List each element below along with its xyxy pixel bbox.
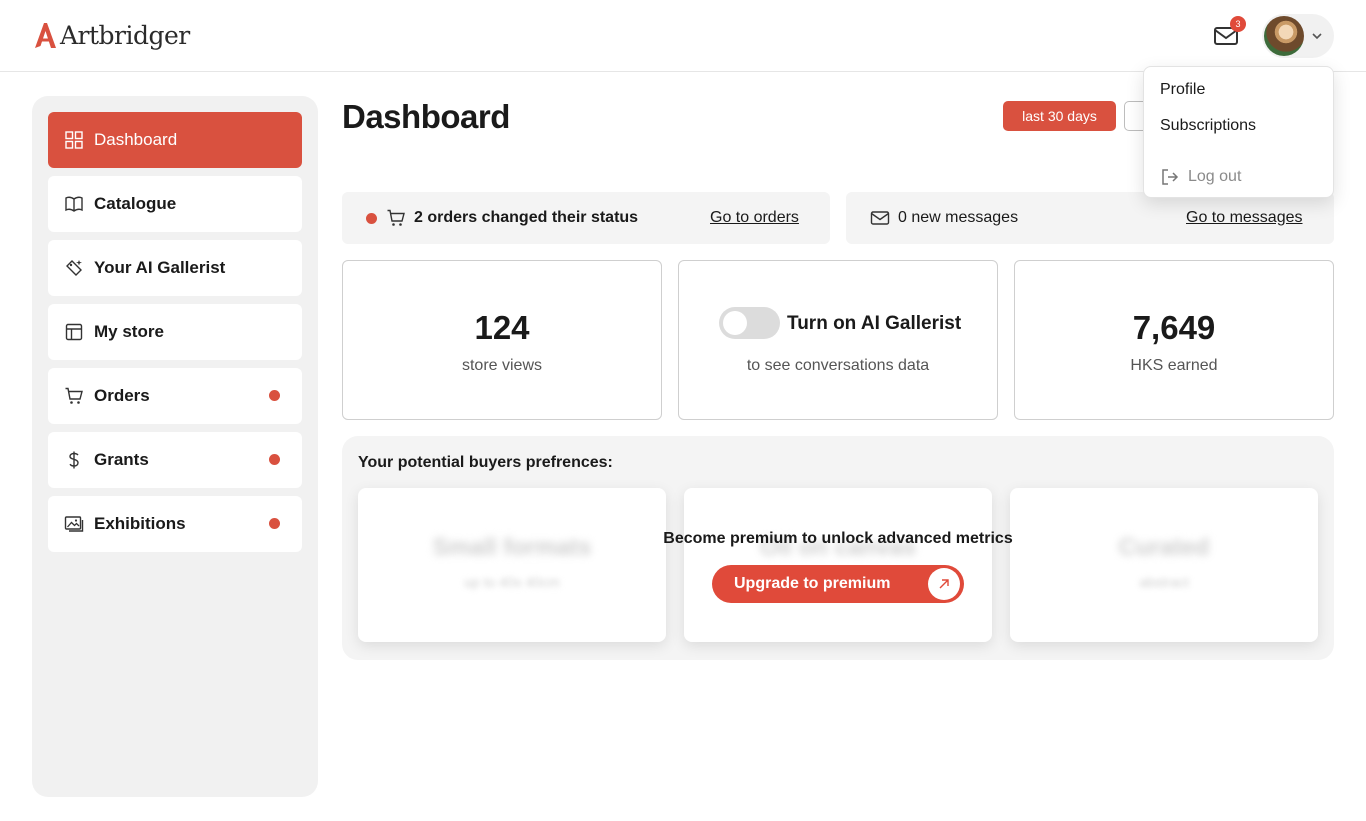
- range-filter-selected[interactable]: last 30 days: [1003, 101, 1116, 131]
- toggle-knob: [723, 311, 747, 335]
- buyer-preferences-title: Your potential buyers prefrences:: [358, 454, 613, 471]
- sidebar-item-catalogue[interactable]: Catalogue: [48, 176, 302, 232]
- top-header: Artbridger 3: [0, 0, 1366, 72]
- sidebar-item-dashboard[interactable]: Dashboard: [48, 112, 302, 168]
- store-views-card: 124 store views: [342, 260, 662, 420]
- upgrade-to-premium-button[interactable]: Upgrade to premium: [712, 565, 964, 603]
- ai-gallerist-toggle[interactable]: [719, 307, 780, 339]
- cart-icon: [65, 387, 83, 404]
- arrow-up-right-icon: [928, 568, 960, 600]
- user-menu-toggle[interactable]: [1262, 14, 1334, 58]
- sidebar-item-label: Dashboard: [94, 130, 178, 149]
- orders-notice-text: 2 orders changed their status: [414, 209, 639, 226]
- go-to-orders-link[interactable]: Go to orders: [710, 209, 799, 227]
- buyer-preferences-panel: Your potential buyers prefrences: Small …: [342, 436, 1334, 660]
- sidebar: Dashboard Catalogue Your AI Gallerist My…: [32, 96, 318, 797]
- logout-label: Log out: [1188, 168, 1242, 185]
- cart-icon: [387, 209, 405, 226]
- sparkle-tag-icon: [66, 260, 82, 276]
- notification-dot: [269, 390, 280, 401]
- store-views-label: store views: [461, 357, 543, 374]
- sidebar-item-exhibitions[interactable]: Exhibitions: [48, 496, 302, 552]
- notification-dot: [269, 454, 280, 465]
- page-title: Dashboard: [342, 98, 510, 135]
- preference-sub: up to 40x 40cm: [464, 574, 560, 590]
- menu-item-subscriptions[interactable]: Subscriptions: [1160, 117, 1256, 135]
- dollar-icon: [69, 451, 79, 469]
- grid-icon: [65, 131, 83, 149]
- menu-item-logout[interactable]: Log out: [1160, 167, 1241, 187]
- sidebar-item-label: My store: [94, 322, 164, 341]
- ai-gallerist-card: Turn on AI Gallerist to see conversation…: [678, 260, 998, 420]
- mail-count-badge: 3: [1230, 16, 1246, 32]
- sidebar-item-label: Exhibitions: [94, 514, 186, 533]
- user-dropdown-menu: Profile Subscriptions Log out: [1143, 66, 1334, 198]
- preference-card: Small formats up to 40x 40cm: [358, 488, 666, 642]
- premium-message: Become premium to unlock advanced metric…: [663, 530, 1013, 547]
- sidebar-item-grants[interactable]: Grants: [48, 432, 302, 488]
- logo-mark-icon: [35, 23, 56, 48]
- upgrade-button-label: Upgrade to premium: [734, 575, 891, 592]
- sidebar-item-label: Grants: [94, 450, 149, 469]
- store-views-value: 124: [474, 309, 530, 346]
- go-to-messages-link[interactable]: Go to messages: [1186, 209, 1303, 227]
- chevron-down-icon: [1312, 33, 1322, 40]
- sidebar-item-ai-gallerist[interactable]: Your AI Gallerist: [48, 240, 302, 296]
- preference-sub: abstract: [1139, 574, 1189, 590]
- notification-dot: [269, 518, 280, 529]
- ai-gallerist-toggle-label: Turn on AI Gallerist: [787, 313, 962, 334]
- menu-item-profile[interactable]: Profile: [1160, 81, 1205, 99]
- sidebar-item-label: Catalogue: [94, 194, 177, 213]
- orders-notice: 2 orders changed their status Go to orde…: [342, 192, 830, 244]
- avatar: [1264, 16, 1304, 56]
- book-icon: [65, 196, 83, 212]
- earned-label: HKS earned: [1130, 357, 1218, 374]
- brand-logo[interactable]: Artbridger: [32, 20, 190, 50]
- brand-name: Artbridger: [60, 20, 190, 50]
- messages-notice-text: 0 new messages: [898, 209, 1019, 226]
- messages-notice: 0 new messages Go to messages: [846, 192, 1334, 244]
- sidebar-item-label: Your AI Gallerist: [94, 258, 226, 277]
- ai-gallerist-sub: to see conversations data: [746, 357, 930, 374]
- gallery-icon: [64, 516, 84, 532]
- sidebar-item-orders[interactable]: Orders: [48, 368, 302, 424]
- logout-icon: [1162, 169, 1179, 185]
- earned-value: 7,649: [1132, 309, 1216, 346]
- sidebar-item-label: Orders: [94, 386, 150, 405]
- preference-card: Curated abstract: [1010, 488, 1318, 642]
- notification-dot: [366, 213, 377, 224]
- mail-icon: [870, 211, 890, 225]
- sidebar-item-my-store[interactable]: My store: [48, 304, 302, 360]
- layout-icon: [65, 323, 83, 341]
- earned-card: 7,649 HKS earned: [1014, 260, 1334, 420]
